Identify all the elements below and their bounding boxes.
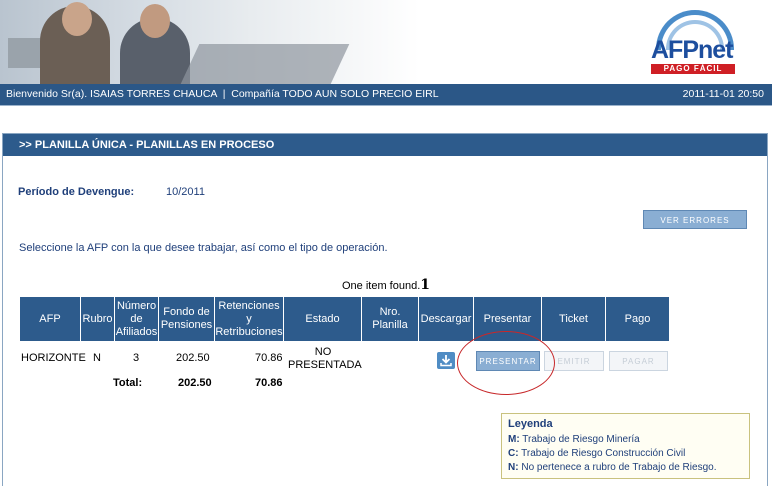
total-label: Total:: [113, 377, 143, 389]
legend-title: Leyenda: [508, 418, 553, 430]
periodo-label: Período de Devengue:: [18, 186, 135, 198]
cell-estado: NO PRESENTADA: [288, 346, 362, 371]
periodo-value: 10/2011: [166, 186, 205, 198]
legend-code: C:: [508, 448, 519, 459]
col-header-descargar: Descargar: [419, 297, 473, 341]
logo-name: AFPnet: [651, 36, 733, 64]
instructions-text: Seleccione la AFP con la que desee traba…: [19, 242, 388, 254]
col-header-estado: Estado: [284, 297, 361, 341]
page-header: AFPnet PAGO FÁCIL: [0, 0, 772, 84]
cell-rubro: N: [93, 352, 101, 364]
legend-code: M:: [508, 434, 520, 445]
ver-errores-button[interactable]: VER ERRORES: [643, 210, 747, 229]
col-header-ticket: Ticket: [542, 297, 605, 341]
legend-item: C: Trabajo de Riesgo Construcción Civil: [508, 448, 685, 459]
header-banner-image: [0, 0, 420, 84]
logo-tagline: PAGO FÁCIL: [651, 64, 735, 74]
user-info-bar: Bienvenido Sr(a). ISAIAS TORRES CHAUCA |…: [0, 84, 772, 106]
cell-retenciones: 70.86: [255, 352, 283, 364]
cell-afiliados: 3: [133, 352, 140, 364]
legend-code: N:: [508, 462, 519, 473]
datetime-text: 2011-11-01 20:50: [682, 88, 764, 100]
col-header-fondo: Fondo de Pensiones: [159, 297, 214, 341]
results-count: One item found.1: [342, 277, 430, 293]
cell-fondo: 202.50: [176, 352, 210, 364]
legend-text: No pertenece a rubro de Trabajo de Riesg…: [521, 462, 717, 473]
col-header-rubro: Rubro: [81, 297, 114, 341]
col-header-planilla: Nro. Planilla: [362, 297, 418, 341]
pagar-button[interactable]: PAGAR: [609, 351, 668, 371]
col-header-retenciones: Retenciones y Retribuciones: [215, 297, 283, 341]
panel-title: >> PLANILLA ÚNICA - PLANILLAS EN PROCESO: [3, 134, 767, 156]
total-fondo: 202.50: [178, 377, 212, 389]
legend-item: M: Trabajo de Riesgo Minería: [508, 434, 640, 445]
legend-box: Leyenda M: Trabajo de Riesgo Minería C: …: [501, 413, 750, 479]
download-icon[interactable]: [437, 352, 455, 369]
col-header-afiliados: Número de Afiliados: [115, 297, 158, 341]
total-retenciones: 70.86: [255, 377, 283, 389]
highlight-oval: [457, 331, 555, 395]
afpnet-logo: AFPnet PAGO FÁCIL: [648, 10, 738, 74]
legend-text: Trabajo de Riesgo Minería: [522, 434, 640, 445]
cell-afp: HORIZONTE: [21, 352, 86, 364]
legend-item: N: No pertenece a rubro de Trabajo de Ri…: [508, 462, 716, 473]
col-header-afp: AFP: [20, 297, 80, 341]
welcome-text: Bienvenido Sr(a). ISAIAS TORRES CHAUCA |…: [6, 88, 439, 100]
col-header-pago: Pago: [606, 297, 669, 341]
found-text: One item found.: [342, 280, 421, 292]
page-link[interactable]: 1: [420, 277, 430, 293]
legend-text: Trabajo de Riesgo Construcción Civil: [521, 448, 686, 459]
